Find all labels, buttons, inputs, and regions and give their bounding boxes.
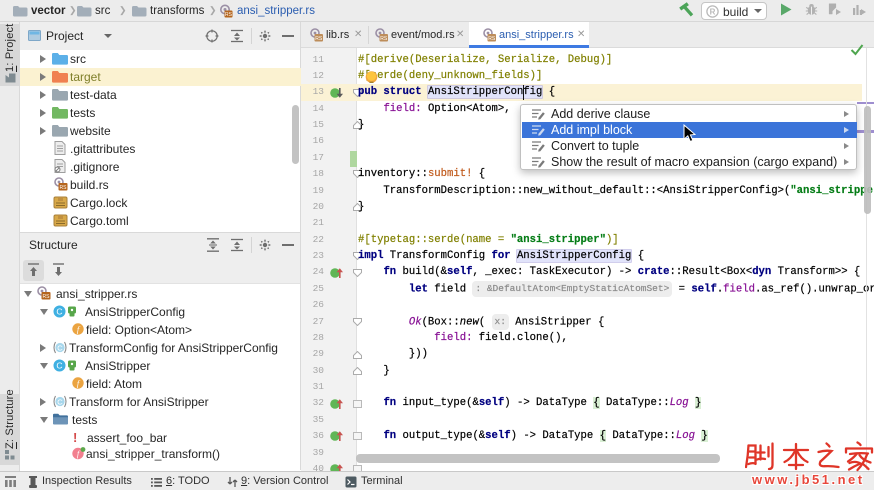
svg-text:RS: RS — [225, 12, 233, 18]
svg-text:RS: RS — [380, 36, 388, 42]
svg-text:C: C — [56, 361, 62, 371]
svg-text:RS: RS — [60, 185, 68, 191]
svg-text:C: C — [56, 307, 62, 317]
svg-text:C: C — [57, 344, 63, 353]
svg-text:C: C — [57, 398, 63, 407]
svg-text:RS: RS — [43, 294, 51, 300]
svg-text:RS: RS — [488, 36, 496, 42]
svg-text:RS: RS — [315, 36, 323, 42]
svg-text:R: R — [710, 7, 716, 16]
